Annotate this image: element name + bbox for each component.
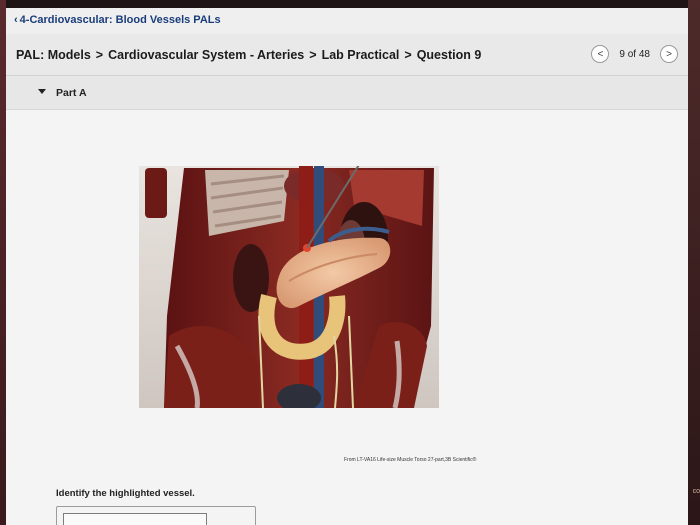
edge-text: co xyxy=(692,488,700,495)
answer-container xyxy=(56,506,256,525)
question-content: From LT-VA16 Life-size Muscle Torso 27-p… xyxy=(6,110,688,525)
answer-input[interactable] xyxy=(63,513,207,525)
previous-question-button[interactable]: < xyxy=(591,45,610,63)
monitor-bezel-right xyxy=(688,0,700,525)
part-label: Part A xyxy=(56,87,87,99)
question-prompt: Identify the highlighted vessel. xyxy=(56,488,195,499)
question-pager: < 9 of 48 > xyxy=(591,45,678,63)
breadcrumb-separator: > xyxy=(95,48,104,62)
breadcrumb: PAL: Models > Cardiovascular System - Ar… xyxy=(16,48,481,62)
back-to-assignment-link[interactable]: ‹ 4-Cardiovascular: Blood Vessels PALs xyxy=(14,14,221,26)
chevron-left-icon: ‹ xyxy=(14,14,18,26)
breadcrumb-separator: > xyxy=(309,48,317,62)
part-a-header[interactable]: Part A xyxy=(6,76,688,110)
caret-down-icon xyxy=(38,89,46,94)
monitor-bezel-top xyxy=(0,0,700,8)
image-credit: From LT-VA16 Life-size Muscle Torso 27-p… xyxy=(344,457,477,463)
anatomy-illustration xyxy=(139,166,439,408)
browser-screen: ‹ 4-Cardiovascular: Blood Vessels PALs P… xyxy=(6,8,688,525)
back-link-label: 4-Cardiovascular: Blood Vessels PALs xyxy=(19,14,221,26)
breadcrumb-bar: PAL: Models > Cardiovascular System - Ar… xyxy=(6,34,688,76)
breadcrumb-item-pal-models: PAL: Models xyxy=(16,48,91,62)
next-question-button[interactable]: > xyxy=(660,45,678,63)
breadcrumb-item-cardio-arteries: Cardiovascular System - Arteries xyxy=(108,48,305,62)
breadcrumb-separator: > xyxy=(404,48,412,62)
anatomy-model-image xyxy=(139,166,439,408)
question-count: 9 of 48 xyxy=(619,48,650,60)
breadcrumb-item-question: Question 9 xyxy=(416,48,482,62)
breadcrumb-item-lab-practical: Lab Practical xyxy=(321,48,400,62)
